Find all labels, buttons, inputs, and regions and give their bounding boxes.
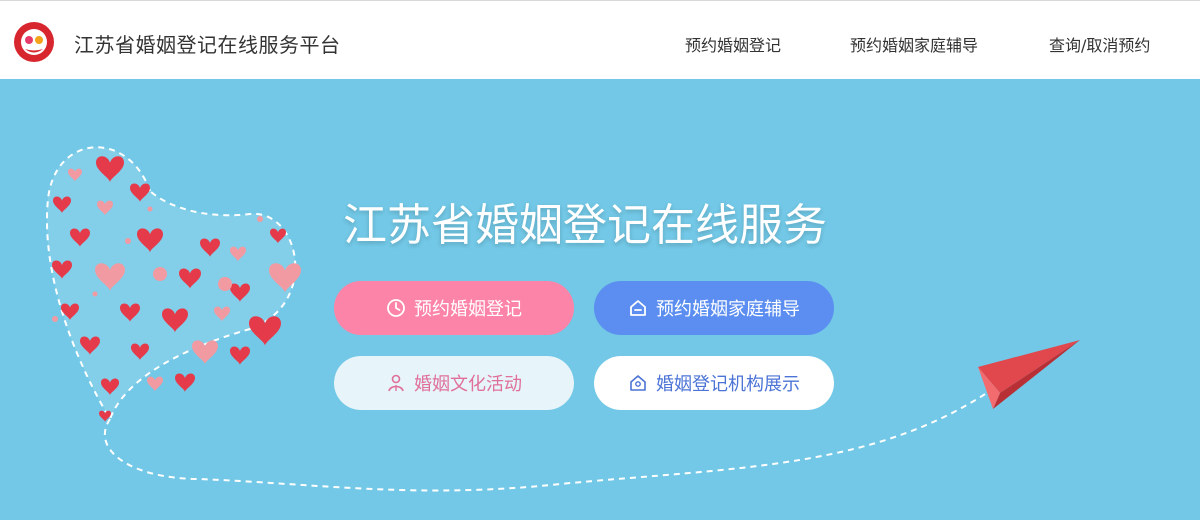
reserve-registration-button[interactable]: 预约婚姻登记	[334, 281, 574, 335]
reserve-family-counseling-button[interactable]: 预约婚姻家庭辅导	[594, 281, 834, 335]
nav-query-cancel-reservation[interactable]: 查询/取消预约	[1049, 32, 1150, 56]
hero-title: 江苏省婚姻登记在线服务	[343, 200, 827, 251]
reserve-registration-label: 预约婚姻登记	[414, 299, 522, 320]
nav-reserve-registration[interactable]: 预约婚姻登记	[685, 32, 781, 56]
registration-office-showcase-button[interactable]: 婚姻登记机构展示	[594, 356, 834, 410]
building-icon	[630, 375, 646, 391]
site-title[interactable]: 江苏省婚姻登记在线服务平台	[74, 29, 341, 58]
house-icon	[630, 300, 646, 316]
clock-icon	[387, 299, 405, 317]
reserve-family-counseling-label: 预约婚姻家庭辅导	[656, 299, 800, 320]
dashed-heart-outline	[46, 146, 297, 422]
person-icon	[388, 374, 404, 392]
site-logo[interactable]	[14, 22, 54, 62]
hero-banner: 江苏省婚姻登记在线服务 预约婚姻登记 预约婚姻家庭辅导 婚姻文化活动 婚姻登记机…	[0, 79, 1200, 520]
paper-plane-icon	[978, 340, 1080, 409]
marriage-culture-activities-label: 婚姻文化活动	[414, 374, 522, 395]
top-navigation-bar: 江苏省婚姻登记在线服务平台 预约婚姻登记 预约婚姻家庭辅导 查询/取消预约	[0, 0, 1200, 79]
marriage-culture-activities-button[interactable]: 婚姻文化活动	[334, 356, 574, 410]
nav-reserve-family-counseling[interactable]: 预约婚姻家庭辅导	[850, 32, 978, 56]
registration-office-showcase-label: 婚姻登记机构展示	[656, 374, 800, 395]
